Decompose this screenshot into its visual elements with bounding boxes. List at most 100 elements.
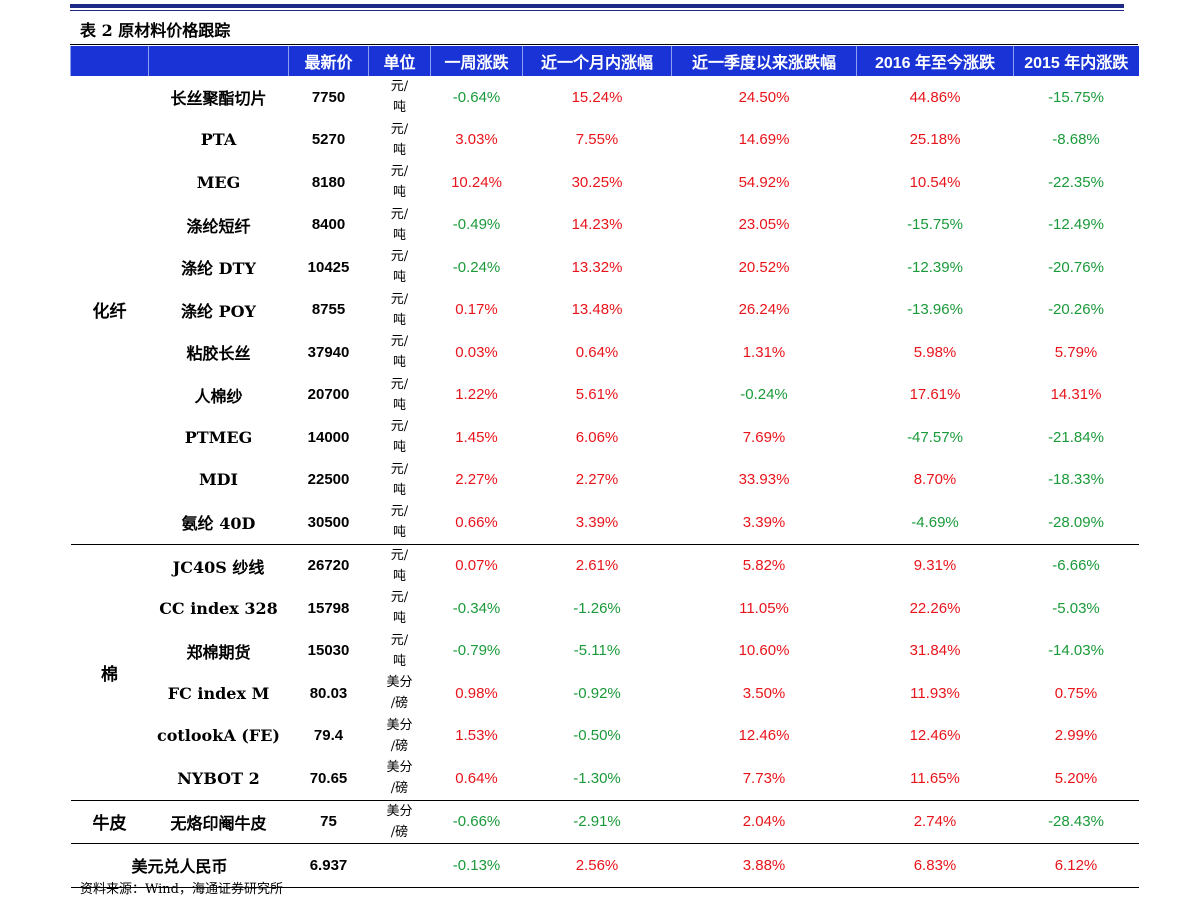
change-value: 10.54%	[909, 173, 961, 191]
change-value: -28.09%	[1048, 513, 1104, 531]
unit-line: 吨	[392, 482, 406, 498]
change-value: 0.07%	[430, 543, 523, 587]
latest-price: 20700	[307, 386, 350, 404]
unit-cell: 美分/磅	[368, 799, 431, 844]
change-value: -14.03%	[1048, 642, 1104, 660]
change-value: 0.17%	[455, 301, 498, 319]
change-value: 20.52%	[738, 258, 790, 276]
change-value: -0.92%	[573, 684, 621, 702]
change-value: -13.96%	[907, 301, 963, 319]
change-value: 3.88%	[671, 843, 857, 888]
unit-line: 吨	[392, 100, 406, 116]
change-value: 31.84%	[909, 642, 961, 660]
unit-line: /磅	[390, 781, 409, 797]
change-value: 3.39%	[575, 513, 619, 531]
category-cell: 化纤	[92, 302, 127, 323]
unit-line: 吨	[392, 611, 406, 627]
unit-line: 吨	[392, 355, 406, 371]
material-name: 涤纶短纤	[186, 216, 251, 236]
header-row: 最新价 单位 一周涨跌 近一个月内涨幅 近一季度以来涨跌幅 2016 年至今涨跌…	[70, 46, 1139, 76]
table-row: CC index 328 15798 元/吨 -0.34% -1.26% 11.05% 22…	[71, 587, 1139, 630]
change-value: -1.30%	[573, 769, 621, 787]
change-value: 0.98%	[455, 684, 498, 702]
latest-price: 14000	[307, 428, 350, 446]
change-value: 54.92%	[738, 173, 790, 191]
unit-line: 元/	[390, 632, 409, 648]
change-value: 44.86%	[909, 88, 961, 106]
change-value: 6.12%	[1013, 843, 1139, 888]
unit-line: 元/	[390, 206, 409, 222]
table-row: 涤纶 DTY 10425 元/吨 -0.24% 13.32% 20.52% -12.39% -…	[71, 246, 1139, 289]
change-value: 5.98%	[913, 343, 957, 361]
change-value: 11.93%	[910, 684, 960, 702]
latest-price: 8755	[311, 301, 346, 319]
unit-line: 元/	[390, 504, 409, 520]
change-value: -18.33%	[1048, 471, 1104, 489]
unit-cell: 元/吨	[369, 374, 431, 417]
header-month-change: 近一个月内涨幅	[522, 46, 672, 76]
change-value: 12.46%	[909, 727, 961, 745]
table-body: 化纤 长丝聚酯切片 7750 元/吨 -0.64% 15.24% 24.50% 44.86% -…	[70, 76, 1139, 888]
change-value: -0.79%	[452, 642, 501, 660]
unit-line: 元/	[390, 291, 409, 307]
unit-line: 元/	[390, 376, 409, 392]
change-value: -22.35%	[1048, 173, 1104, 191]
top-rule-thick	[70, 4, 1124, 8]
table-row: cotlookA (FE) 79.4 美分/磅 1.53% -0.50% 12.46% 12…	[71, 715, 1139, 758]
material-name: MDI	[198, 470, 239, 490]
material-name: CC index 328	[159, 598, 278, 618]
change-value: 2.74%	[856, 799, 1014, 844]
header-latest-price: 最新价	[288, 46, 369, 76]
table-caption: 表 2 原材料价格跟踪	[80, 21, 231, 40]
material-name: cotlookA (FE)	[157, 726, 280, 746]
change-value: 10.24%	[451, 173, 502, 191]
table-row: PTA 5270 元/吨 3.03% 7.55% 14.69% 25.18% -8.68%	[71, 119, 1139, 162]
unit-cell: 元/吨	[369, 630, 431, 673]
change-value: 1.31%	[742, 343, 786, 361]
table-row: 棉 JC40S 纱线 26720 元/吨 0.07% 2.61% 5.82% 9.31% -6.…	[70, 543, 1139, 800]
unit-cell: 元/吨	[369, 459, 431, 502]
unit-cell: 元/吨	[369, 119, 431, 162]
table-row: PTMEG 14000 元/吨 1.45% 6.06% 7.69% -47.57% -21.8…	[71, 416, 1139, 459]
change-value: 0.64%	[455, 769, 498, 787]
change-value: -2.91%	[522, 799, 672, 844]
latest-price: 8400	[311, 216, 346, 234]
change-value: 15.24%	[571, 88, 623, 106]
unit-cell: 美分/磅	[369, 672, 431, 715]
header-cell	[70, 46, 149, 76]
unit-cell: 美分/磅	[369, 757, 431, 800]
material-name: FC index M	[167, 683, 270, 703]
change-value: -12.39%	[907, 258, 963, 276]
table-row: NYBOT 2 70.65 美分/磅 0.64% -1.30% 7.73% 11.65% 5.…	[71, 757, 1139, 800]
change-value: 7.69%	[742, 428, 786, 446]
source-footnote: 资料来源：Wind，海通证券研究所	[80, 882, 283, 897]
table-row: MDI 22500 元/吨 2.27% 2.27% 33.93% 8.70% -18.33%	[71, 459, 1139, 502]
table-row: 牛皮 无烙印阉牛皮 75 美分/磅 -0.66% -2.91% 2.04% 2.74% -28.…	[70, 799, 1139, 844]
change-value: 6.06%	[575, 428, 619, 446]
unit-line: 吨	[392, 185, 406, 201]
latest-price: 15030	[307, 642, 350, 660]
unit-cell: 美分/磅	[369, 715, 431, 758]
unit-cell: 元/吨	[369, 204, 431, 247]
header-quarter-change: 近一季度以来涨跌幅	[671, 46, 857, 76]
unit-line: 吨	[392, 653, 406, 669]
top-rule-thin	[70, 10, 1124, 11]
latest-price: 30500	[307, 513, 350, 531]
change-value: 2.61%	[522, 543, 672, 587]
change-value: 30.25%	[571, 173, 623, 191]
material-name: NYBOT 2	[177, 768, 260, 788]
table-row: 化纤 长丝聚酯切片 7750 元/吨 -0.64% 15.24% 24.50% 44.86% -…	[71, 76, 1139, 322]
change-value: -20.26%	[1048, 301, 1104, 319]
category-cell: 牛皮	[70, 799, 149, 844]
change-value: 26.24%	[738, 301, 790, 319]
change-value: 8.70%	[913, 471, 957, 489]
change-value: 2.04%	[671, 799, 857, 844]
unit-line: 吨	[392, 270, 406, 286]
table-row: 郑棉期货 15030 元/吨 -0.79% -5.11% 10.60% 31.84% -14.…	[71, 630, 1139, 673]
change-value: 1.45%	[455, 428, 498, 446]
latest-price: 22500	[307, 471, 350, 489]
latest-price: 80.03	[309, 684, 348, 702]
unit-line: 美分	[386, 760, 413, 776]
price-table: 最新价 单位 一周涨跌 近一个月内涨幅 近一季度以来涨跌幅 2016 年至今涨跌…	[70, 46, 1139, 888]
change-value: -6.66%	[1013, 543, 1139, 587]
